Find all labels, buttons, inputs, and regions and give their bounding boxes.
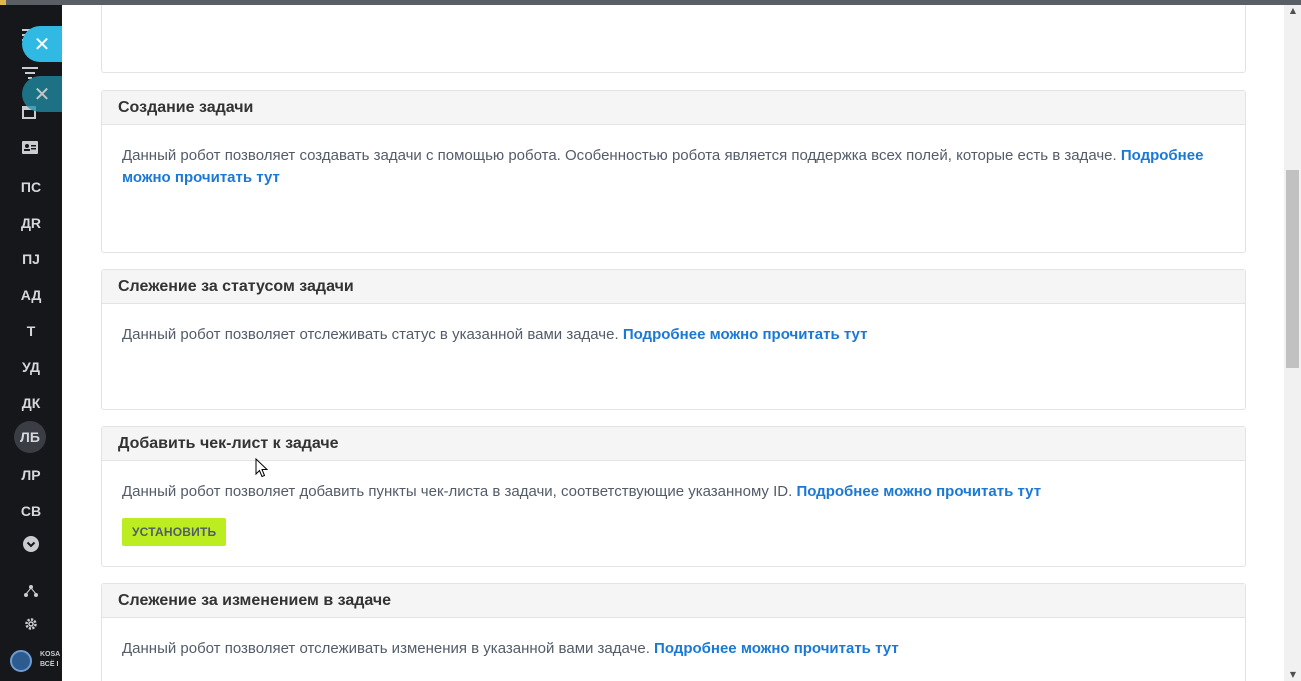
main-content: Создание задачи Данный робот позволяет с… [62, 5, 1284, 681]
structure-icon[interactable] [0, 585, 62, 601]
sidebar-item-ad[interactable]: АД [0, 285, 62, 305]
robot-more-link[interactable]: Подробнее можно прочитать тут [654, 640, 899, 657]
company-logo-icon [10, 650, 32, 672]
mouse-cursor-icon [255, 458, 269, 478]
sidebar-item-pj[interactable]: ПJ [0, 249, 62, 269]
sidebar-item-lr[interactable]: ЛР [0, 465, 62, 485]
sidebar-item-t[interactable]: Т [0, 321, 62, 341]
robot-description: Данный робот позволяет создавать задачи … [122, 147, 1117, 164]
sidebar-item-lb[interactable]: ЛБ [14, 421, 46, 453]
contact-card-icon[interactable] [0, 141, 62, 158]
robot-card-task-status: Слежение за статусом задачи Данный робот… [101, 269, 1246, 410]
close-icon: ✕ [33, 82, 51, 106]
robot-description: Данный робот позволяет отслеживать измен… [122, 640, 650, 657]
robot-more-link[interactable]: Подробнее можно прочитать тут [623, 326, 868, 343]
robot-card-add-checklist: Добавить чек-лист к задаче Данный робот … [101, 426, 1246, 567]
sidebar-item-dr[interactable]: ДR [0, 213, 62, 233]
company-brand[interactable]: KOSA ВСЁ I [8, 648, 62, 674]
gear-icon[interactable] [0, 617, 62, 635]
sidebar-item-ud[interactable]: УД [0, 357, 62, 377]
robot-card-task-changes: Слежение за изменением в задаче Данный р… [101, 583, 1246, 681]
robot-title: Слежение за статусом задачи [102, 270, 1245, 304]
robot-more-link[interactable]: Подробнее можно прочитать тут [796, 483, 1041, 500]
scroll-up-arrow-icon[interactable]: ▲ [1287, 6, 1299, 16]
robot-card-create-task: Создание задачи Данный робот позволяет с… [101, 90, 1246, 253]
robot-title: Создание задачи [102, 91, 1245, 125]
brand-line-1: KOSA [40, 651, 61, 658]
robot-description: Данный робот позволяет добавить пункты ч… [122, 483, 793, 500]
install-button[interactable]: УСТАНОВИТЬ [122, 518, 227, 546]
robot-title: Добавить чек-лист к задаче [102, 427, 1245, 461]
scrollbar-thumb[interactable] [1286, 170, 1299, 368]
sidebar-item-dk[interactable]: ДК [0, 393, 62, 413]
robot-title: Слежение за изменением в задаче [102, 584, 1245, 618]
close-slider-button-secondary[interactable]: ✕ [22, 76, 62, 112]
robot-card-previous [101, 5, 1246, 73]
close-icon: ✕ [33, 32, 51, 56]
close-slider-button[interactable]: ✕ [22, 26, 62, 62]
sidebar-item-ps[interactable]: ПС [0, 177, 62, 197]
scroll-down-arrow-icon[interactable]: ▼ [1287, 670, 1299, 680]
robot-description: Данный робот позволяет отслеживать стату… [122, 326, 619, 343]
brand-line-2: ВСЁ I [40, 661, 59, 668]
chevron-down-icon[interactable] [0, 536, 62, 556]
sidebar-item-sv[interactable]: СВ [0, 501, 62, 521]
